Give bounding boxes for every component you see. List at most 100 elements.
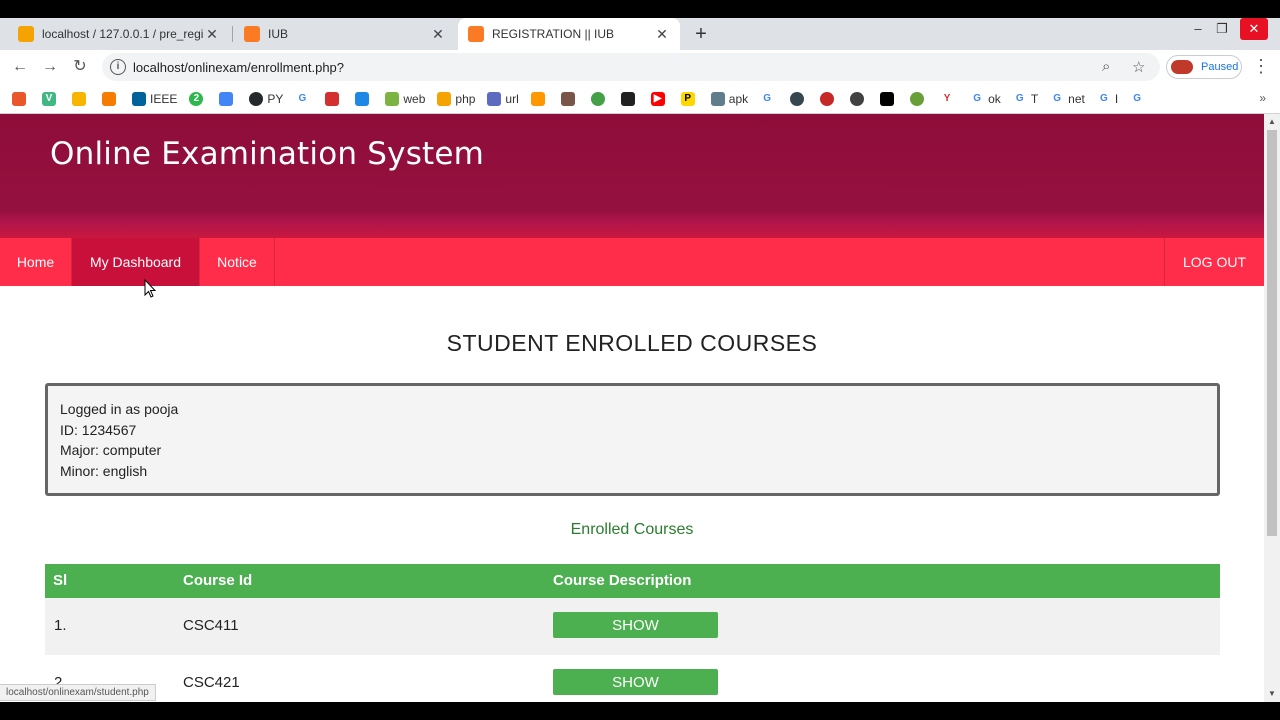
tab-iub[interactable]: IUB ✕: [234, 18, 456, 50]
back-icon[interactable]: ←: [8, 55, 32, 79]
phpmyadmin-icon: [437, 91, 452, 106]
zoom-icon[interactable]: ⌕: [1102, 58, 1110, 75]
scroll-thumb[interactable]: [1267, 130, 1277, 536]
logged-in-text: Logged in as pooja: [60, 401, 179, 417]
column-header-sl: Sl: [53, 572, 68, 589]
row-sl: 1.: [54, 617, 67, 634]
bookmark-item[interactable]: web: [385, 91, 426, 106]
main-nav: Home My Dashboard Notice LOG OUT: [0, 238, 1264, 286]
google-icon: G: [1050, 91, 1065, 106]
browser-window: localhost / 127.0.0.1 / pre_registr ✕ IU…: [0, 0, 1280, 720]
bookmark-item[interactable]: [620, 91, 639, 106]
bookmark-item[interactable]: [72, 91, 90, 106]
profile-button[interactable]: Paused: [1166, 55, 1242, 79]
bookmark-icon: 2: [189, 91, 204, 106]
bookmark-icon: [12, 91, 26, 106]
bookmark-item[interactable]: [102, 91, 120, 106]
xampp-icon: [468, 26, 484, 42]
nav-home[interactable]: Home: [0, 238, 71, 286]
bookmark-item[interactable]: [910, 91, 928, 106]
bookmark-icon: [790, 91, 805, 106]
bookmark-item[interactable]: PY: [249, 91, 284, 106]
google-icon: G: [760, 91, 775, 106]
status-bar: localhost/onlinexam/student.php: [0, 684, 156, 701]
google-icon: G: [970, 91, 985, 106]
bookmark-label: T: [1030, 91, 1039, 106]
nav-dashboard[interactable]: My Dashboard: [72, 238, 199, 286]
bookmark-item[interactable]: php: [437, 91, 475, 106]
bookmark-item[interactable]: GI: [1096, 91, 1118, 106]
browser-toolbar: ← → ↻ i localhost/onlinexam/enrollment.p…: [0, 50, 1280, 84]
nav-logout[interactable]: LOG OUT: [1165, 238, 1264, 286]
tab-phpmyadmin[interactable]: localhost / 127.0.0.1 / pre_registr ✕: [8, 18, 230, 50]
bookmark-item[interactable]: [355, 91, 373, 106]
bookmark-item[interactable]: G: [295, 91, 313, 106]
reload-icon[interactable]: ↻: [68, 55, 92, 79]
bookmark-item[interactable]: GT: [1012, 91, 1039, 106]
student-minor: Minor: english: [60, 463, 148, 480]
bookmark-item[interactable]: url: [487, 91, 519, 106]
url-text[interactable]: localhost/onlinexam/enrollment.php?: [133, 60, 344, 75]
bookmark-item[interactable]: [820, 91, 838, 106]
address-bar[interactable]: i localhost/onlinexam/enrollment.php? ⌕ …: [102, 53, 1160, 81]
page-title: STUDENT ENROLLED COURSES: [446, 330, 818, 356]
bookmark-item[interactable]: IEEE: [132, 91, 177, 106]
table-row: 1. CSC411 SHOW: [45, 598, 1220, 655]
site-header: Online Examination System: [0, 114, 1264, 238]
bookmark-icon: [910, 91, 925, 106]
nav-notice[interactable]: Notice: [200, 238, 274, 286]
bookmark-item[interactable]: V: [42, 91, 60, 106]
bookmark-icon: [880, 91, 895, 106]
info-icon[interactable]: i: [110, 59, 126, 75]
bookmark-label: PY: [267, 91, 284, 106]
scroll-down-icon[interactable]: ▼: [1264, 686, 1280, 702]
tab-separator: [232, 26, 233, 42]
forward-icon[interactable]: →: [38, 55, 62, 79]
bookmark-item[interactable]: [530, 91, 549, 106]
show-button[interactable]: SHOW: [553, 612, 718, 638]
chevron-right-icon[interactable]: »: [1259, 91, 1266, 105]
new-tab-button[interactable]: +: [690, 18, 712, 50]
menu-icon[interactable]: ⋮: [1252, 55, 1270, 79]
bookmark-item[interactable]: [850, 91, 868, 106]
bookmark-item[interactable]: [12, 91, 30, 106]
bookmark-item[interactable]: Y: [940, 91, 958, 106]
bookmark-item[interactable]: P: [680, 91, 699, 106]
close-icon[interactable]: ✕: [430, 26, 446, 43]
bookmark-item[interactable]: apk: [710, 91, 748, 106]
bookmark-item[interactable]: G: [1130, 91, 1148, 106]
close-icon[interactable]: ✕: [654, 26, 670, 43]
bookmark-item[interactable]: [590, 91, 609, 106]
bookmark-item[interactable]: [219, 91, 237, 106]
star-icon[interactable]: ☆: [1132, 58, 1145, 76]
tab-registration[interactable]: REGISTRATION || IUB ✕: [458, 18, 680, 50]
column-header-description: Course Description: [553, 572, 692, 589]
bookmark-item[interactable]: ▶: [650, 91, 669, 106]
bookmark-item[interactable]: G: [760, 91, 778, 106]
bookmark-item[interactable]: [560, 91, 579, 106]
bookmark-icon: [710, 91, 725, 106]
bookmark-icon: [530, 91, 545, 106]
bookmark-item[interactable]: 2: [189, 91, 207, 106]
vue-icon: V: [42, 91, 56, 106]
profile-status: Paused: [1201, 61, 1239, 73]
bookmark-item[interactable]: [325, 91, 343, 106]
bookmark-icon: Y: [940, 91, 955, 106]
chart-icon: [102, 91, 116, 106]
bookmark-label: ok: [988, 91, 1001, 106]
row-course-id: CSC411: [183, 617, 239, 634]
window-close-icon[interactable]: ✕: [1240, 18, 1268, 40]
bookmark-item[interactable]: Gnet: [1050, 91, 1085, 106]
bookmark-item[interactable]: Gok: [970, 91, 1001, 106]
bookmark-label: web: [403, 91, 426, 106]
show-button[interactable]: SHOW: [553, 669, 718, 695]
bookmark-item[interactable]: [880, 91, 898, 106]
maximize-icon[interactable]: ❐: [1208, 18, 1236, 40]
google-icon: G: [1012, 91, 1027, 106]
bookmark-icon: [620, 91, 635, 106]
student-id: ID: 1234567: [60, 421, 137, 438]
bookmark-item[interactable]: [790, 91, 808, 106]
scroll-up-icon[interactable]: ▲: [1264, 114, 1280, 130]
page-scrollbar[interactable]: ▲ ▼: [1264, 114, 1280, 702]
close-icon[interactable]: ✕: [204, 26, 220, 43]
